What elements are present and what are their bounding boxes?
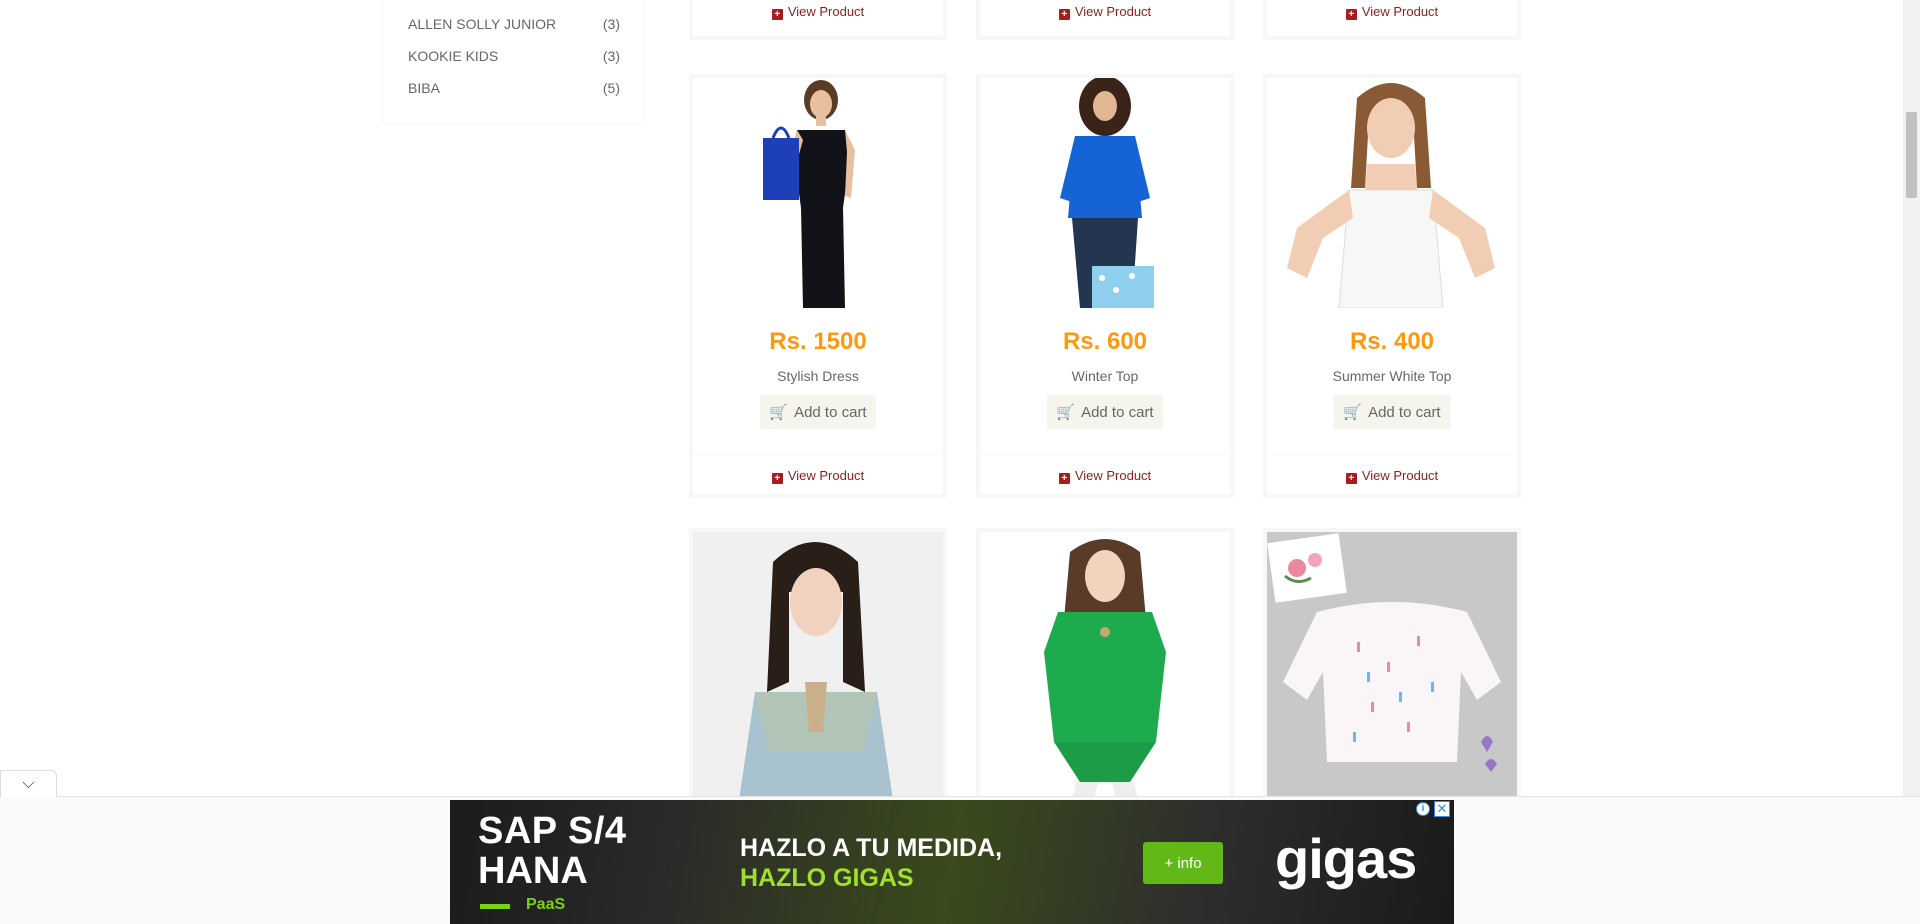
brand-name: BIBA <box>408 80 440 96</box>
product-card <box>1263 528 1521 800</box>
view-product-label: View Product <box>1361 468 1439 483</box>
ad-close-icon[interactable]: ✕ <box>1434 801 1450 817</box>
product-card: Rs. 400 Summer White Top 🛒 Add to cart + V… <box>1263 74 1521 498</box>
plus-square-icon: + <box>1345 473 1357 484</box>
product-card: Rs. 1500 Stylish Dress 🛒 Add to cart + Vie… <box>689 74 947 498</box>
product-price: Rs. 600 <box>1062 328 1148 355</box>
product-card-partial: + View Product <box>976 0 1234 40</box>
product-card <box>689 528 947 800</box>
product-image <box>693 532 943 800</box>
ad-info-button[interactable]: + info <box>1143 842 1223 884</box>
product-image <box>980 78 1230 308</box>
view-product-label: View Product <box>787 468 865 483</box>
card-divider <box>693 454 943 455</box>
view-product-label: View Product <box>1361 4 1439 19</box>
view-product-link[interactable]: + View Product <box>980 468 1230 484</box>
product-price: Rs. 400 <box>1349 328 1435 355</box>
add-to-cart-label: Add to cart <box>794 403 867 421</box>
scrollbar-thumb[interactable] <box>1906 112 1917 198</box>
view-product-link[interactable]: + View Product <box>980 4 1230 20</box>
plus-square-icon: + <box>771 473 783 484</box>
view-product-label: View Product <box>1074 468 1152 483</box>
product-name: Summer White Top <box>1332 368 1452 384</box>
view-product-label: View Product <box>787 4 865 19</box>
view-product-link[interactable]: + View Product <box>693 468 943 484</box>
add-to-cart-button[interactable]: 🛒 Add to cart <box>1334 395 1450 429</box>
card-divider <box>1267 454 1517 455</box>
ad-title-line2: HANA <box>478 850 588 892</box>
product-name: Stylish Dress <box>777 368 859 384</box>
ad-slogan-line1: HAZLO A TU MEDIDA, <box>740 834 1003 862</box>
brands-panel: ALLEN SOLLY JUNIOR (3) KOOKIE KIDS (3) B… <box>382 0 644 124</box>
product-card: Rs. 600 Winter Top 🛒 Add to cart + View Pr… <box>976 74 1234 498</box>
brand-kookie-kids[interactable]: KOOKIE KIDS (3) <box>408 48 620 68</box>
view-product-link[interactable]: + View Product <box>693 4 943 20</box>
brand-count: (3) <box>602 48 620 64</box>
product-image <box>1267 78 1517 308</box>
ad-title-line1: SAP S/4 <box>478 810 627 852</box>
plus-square-icon: + <box>1058 9 1070 20</box>
chevron-down-icon: ⌵ <box>22 775 35 792</box>
view-product-label: View Product <box>1074 4 1152 19</box>
ad-logo: gigas <box>1275 827 1417 890</box>
ad-slogan-line2: HAZLO GIGAS <box>740 864 914 892</box>
brand-allen-solly-junior[interactable]: ALLEN SOLLY JUNIOR (3) <box>408 16 620 36</box>
product-price: Rs. 1500 <box>769 328 867 355</box>
product-name: Winter Top <box>1071 368 1139 384</box>
product-image <box>980 532 1230 800</box>
cart-icon: 🛒 <box>1343 404 1363 421</box>
product-card-partial: + View Product <box>689 0 947 40</box>
ad-banner[interactable]: SAP S/4 HANA PaaS HAZLO A TU MEDIDA, HAZ… <box>450 800 1454 924</box>
ad-choices-icon[interactable]: i <box>1416 802 1430 816</box>
view-product-link[interactable]: + View Product <box>1267 4 1517 20</box>
ad-accent-line <box>480 904 510 909</box>
brand-count: (3) <box>602 16 620 32</box>
ad-subtitle: PaaS <box>526 896 566 913</box>
cart-icon: 🛒 <box>769 404 789 421</box>
plus-square-icon: + <box>1058 473 1070 484</box>
view-product-link[interactable]: + View Product <box>1267 468 1517 484</box>
brand-biba[interactable]: BIBA (5) <box>408 80 620 100</box>
cart-icon: 🛒 <box>1056 404 1076 421</box>
product-card-partial: + View Product <box>1263 0 1521 40</box>
plus-square-icon: + <box>771 9 783 20</box>
add-to-cart-button[interactable]: 🛒 Add to cart <box>1047 395 1163 429</box>
product-card <box>976 528 1234 800</box>
add-to-cart-button[interactable]: 🛒 Add to cart <box>760 395 876 429</box>
brand-count: (5) <box>602 80 620 96</box>
ad-collapse-button[interactable]: ⌵ <box>0 770 57 797</box>
product-image <box>693 78 943 308</box>
add-to-cart-label: Add to cart <box>1081 403 1154 421</box>
plus-square-icon: + <box>1345 9 1357 20</box>
brand-name: KOOKIE KIDS <box>408 48 499 64</box>
brand-name: ALLEN SOLLY JUNIOR <box>408 16 557 32</box>
product-image <box>1267 532 1517 800</box>
card-divider <box>980 454 1230 455</box>
add-to-cart-label: Add to cart <box>1368 403 1441 421</box>
